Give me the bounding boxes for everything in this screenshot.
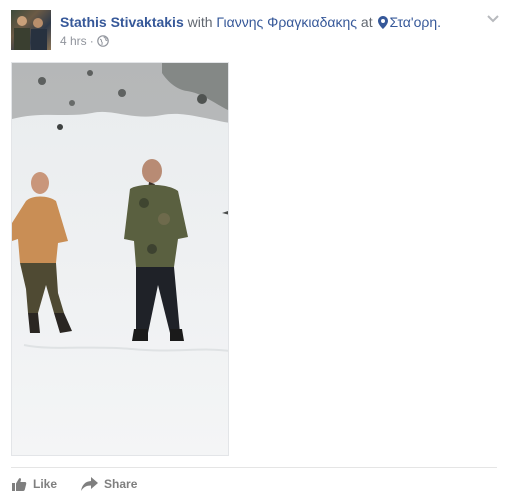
author-avatar[interactable] — [11, 10, 51, 50]
post-title-line: Stathis Stivaktakis with Γιαννης Φραγκια… — [60, 13, 480, 33]
post-meta: 4 hrs · — [60, 33, 109, 51]
feed-post: Stathis Stivaktakis with Γιαννης Φραγκια… — [0, 0, 508, 501]
post-timestamp[interactable]: 4 hrs — [60, 34, 87, 48]
thumbs-up-icon — [12, 478, 27, 491]
actions-divider — [11, 467, 497, 468]
location-pin-icon — [378, 15, 389, 33]
share-button[interactable]: Share — [81, 474, 137, 494]
post-actions: Like Share — [11, 474, 137, 494]
like-label: Like — [33, 477, 58, 491]
share-arrow-icon — [81, 477, 99, 491]
post-header: Stathis Stivaktakis with Γιαννης Φραγκια… — [11, 10, 499, 52]
like-button[interactable]: Like — [11, 474, 57, 494]
location-link[interactable]: Στα'ορη. — [389, 14, 441, 30]
at-text: at — [360, 14, 373, 30]
post-photo[interactable] — [11, 62, 229, 456]
globe-icon[interactable] — [96, 35, 109, 51]
tagged-person-link[interactable]: Γιαννης Φραγκιαδακης — [216, 14, 357, 30]
with-text: with — [187, 14, 213, 30]
author-name-link[interactable]: Stathis Stivaktakis — [60, 14, 184, 30]
meta-separator: · — [89, 34, 94, 48]
share-label: Share — [104, 477, 138, 491]
chevron-down-icon[interactable] — [485, 12, 501, 24]
